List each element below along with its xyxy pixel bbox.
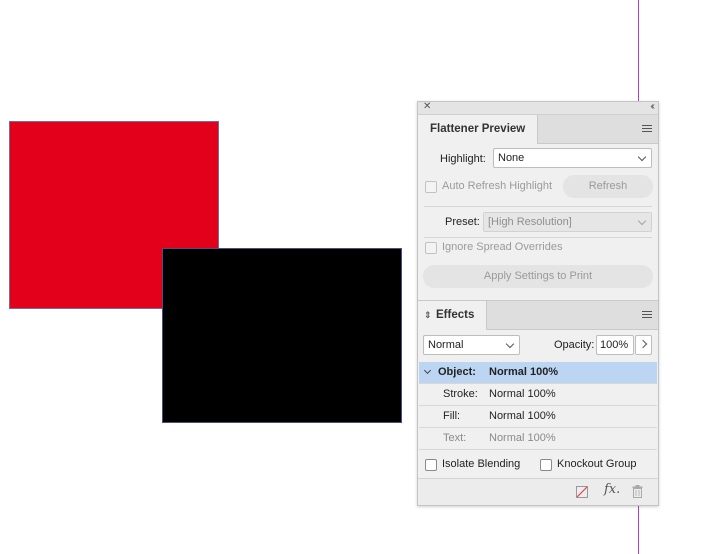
blend-mode-select[interactable]: Normal: [423, 335, 520, 355]
row-value: Normal 100%: [489, 410, 556, 422]
highlight-value: None: [498, 152, 525, 164]
effects-tab-row: ⇕ Effects: [418, 300, 658, 330]
blend-mode-value: Normal: [428, 339, 464, 351]
expand-arrows-icon: ⇕: [424, 310, 432, 320]
row-value: Normal 100%: [489, 388, 556, 400]
knockout-group-label: Knockout Group: [557, 458, 637, 470]
panel-titlebar: ✕ ‹‹: [418, 101, 658, 115]
effects-bottom-bar: fx.: [418, 478, 658, 505]
effects-row-fill[interactable]: Fill: Normal 100%: [419, 406, 657, 428]
effects-row-object[interactable]: Object: Normal 100%: [419, 362, 657, 384]
knockout-group-checkbox[interactable]: [540, 459, 552, 471]
black-rectangle[interactable]: [162, 248, 402, 423]
close-icon[interactable]: ✕: [423, 101, 431, 113]
effects-row-stroke[interactable]: Stroke: Normal 100%: [419, 384, 657, 406]
effects-tab-label: Effects: [436, 309, 475, 321]
row-key: Stroke:: [443, 388, 478, 400]
divider: [424, 237, 652, 238]
clear-effects-icon[interactable]: [576, 486, 588, 498]
floating-panel: ✕ ‹‹ Flattener Preview Highlight: None A…: [417, 101, 659, 506]
collapse-icon[interactable]: ‹‹: [650, 101, 654, 113]
auto-refresh-checkbox[interactable]: [425, 181, 437, 193]
trash-icon[interactable]: [632, 485, 643, 498]
chevron-right-icon: [638, 339, 648, 349]
row-key: Fill:: [443, 410, 461, 422]
chevron-down-icon: [637, 216, 647, 226]
isolate-blending-checkbox[interactable]: [425, 459, 437, 471]
ignore-overrides-label: Ignore Spread Overrides: [442, 241, 563, 253]
opacity-field[interactable]: 100%: [596, 335, 634, 355]
preset-label: Preset:: [445, 216, 480, 228]
row-value: Normal 100%: [489, 366, 559, 378]
effects-row-text[interactable]: Text: Normal 100%: [419, 428, 657, 450]
chevron-down-icon: [637, 152, 647, 162]
fx-icon[interactable]: fx.: [604, 482, 620, 497]
auto-refresh-label: Auto Refresh Highlight: [442, 180, 553, 192]
tab-effects[interactable]: ⇕ Effects: [418, 301, 488, 330]
effects-target-list: Object: Normal 100% Stroke: Normal 100% …: [419, 362, 657, 450]
preset-value: [High Resolution]: [488, 216, 572, 228]
refresh-button[interactable]: Refresh: [563, 175, 653, 198]
preset-select[interactable]: [High Resolution]: [483, 212, 652, 232]
ignore-overrides-checkbox[interactable]: [425, 242, 437, 254]
opacity-stepper[interactable]: [635, 335, 652, 355]
chevron-down-icon: [505, 339, 515, 349]
divider: [424, 206, 652, 207]
row-key: Text:: [443, 432, 467, 444]
panel-menu-icon[interactable]: [642, 311, 652, 319]
row-key: Object:: [438, 366, 476, 378]
flattener-tab-row: Flattener Preview: [418, 115, 658, 144]
panel-menu-icon[interactable]: [642, 125, 652, 133]
highlight-label: Highlight:: [440, 153, 486, 165]
disclosure-triangle-icon[interactable]: [423, 366, 432, 375]
tab-flattener-preview[interactable]: Flattener Preview: [418, 115, 539, 144]
opacity-label: Opacity:: [554, 339, 595, 351]
isolate-blending-label: Isolate Blending: [442, 458, 521, 470]
row-value: Normal 100%: [489, 432, 556, 444]
apply-settings-button[interactable]: Apply Settings to Print: [423, 265, 653, 288]
highlight-select[interactable]: None: [493, 148, 652, 168]
